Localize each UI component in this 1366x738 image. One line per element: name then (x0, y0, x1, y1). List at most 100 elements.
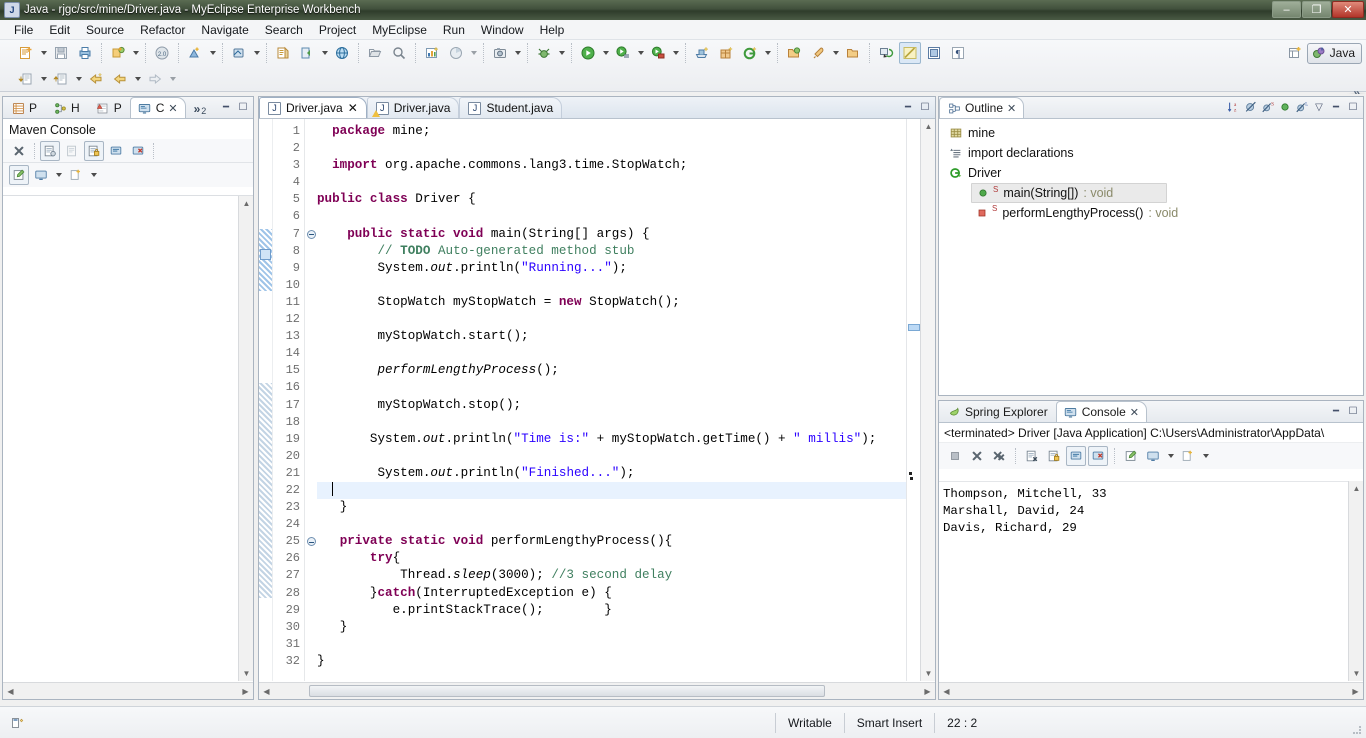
console-tab-close-icon[interactable]: ✕ (1130, 406, 1139, 419)
code-line[interactable]: public static void main(String[] args) { (317, 226, 935, 243)
menu-refactor[interactable]: Refactor (132, 21, 193, 39)
view-menu-button[interactable]: ▽ (1312, 100, 1326, 114)
console-tab-spring-explorer[interactable]: Spring Explorer (939, 401, 1056, 422)
left-tab-0[interactable]: P (3, 97, 45, 118)
chart-button[interactable] (421, 42, 443, 64)
open-console-button[interactable] (1121, 446, 1141, 466)
remove-all-terminated-button[interactable] (989, 446, 1009, 466)
code-line[interactable]: myStopWatch.start(); (317, 328, 935, 345)
new-web-project-button[interactable] (107, 42, 129, 64)
package-button[interactable] (715, 42, 737, 64)
fold-collapse-icon[interactable] (305, 533, 317, 550)
editor-scroll-right-arrow[interactable]: ▶ (920, 684, 935, 699)
outline-minimize-button[interactable]: ━ (1329, 100, 1343, 114)
editor-hscrollbar[interactable]: ◀ ▶ (259, 682, 935, 699)
browser-button[interactable] (331, 42, 353, 64)
tab-outline[interactable]: Outline ✕ (939, 97, 1024, 118)
import-dropdown-arrow[interactable] (38, 68, 49, 90)
menu-myeclipse[interactable]: MyEclipse (364, 21, 435, 39)
editor-hscroll-thumb[interactable] (309, 685, 825, 697)
new-perspective-button[interactable] (1284, 42, 1306, 64)
external-tools-dropdown-arrow[interactable] (670, 42, 681, 64)
maven-console-hscrollbar[interactable]: ◀ ▶ (3, 682, 253, 699)
left-tab-3[interactable]: C✕ (130, 97, 186, 118)
scroll-down-arrow[interactable]: ▼ (239, 666, 254, 681)
camera-dropdown-arrow[interactable] (512, 42, 523, 64)
run-button[interactable] (577, 42, 599, 64)
next-dropdown-arrow[interactable] (167, 68, 178, 90)
code-line[interactable]: }catch(InterruptedException e) { (317, 585, 935, 602)
new-wizard-dropdown-arrow[interactable] (38, 42, 49, 64)
code-line[interactable]: public class Driver { (317, 191, 935, 208)
editor-maximize-button[interactable]: ☐ (918, 100, 932, 114)
code-line[interactable] (317, 516, 935, 533)
code-line[interactable] (317, 448, 935, 465)
left-tab-close-icon[interactable]: ✕ (168, 102, 177, 115)
restore-button[interactable]: ❐ (1302, 1, 1331, 18)
new-wizard-button[interactable] (15, 42, 37, 64)
scroll-left-arrow[interactable]: ◀ (3, 684, 18, 699)
menu-source[interactable]: Source (78, 21, 132, 39)
open-console-button[interactable] (9, 165, 29, 185)
save-button[interactable] (50, 42, 72, 64)
outline-item-performlengthyprocess[interactable]: SperformLengthyProcess() : void (971, 203, 1363, 223)
minimize-button[interactable]: – (1272, 1, 1301, 18)
new-console-dropdown-arrow[interactable] (1200, 447, 1211, 465)
hide-static-button[interactable]: S (1261, 100, 1275, 114)
console-scroll-up-arrow[interactable]: ▲ (1349, 481, 1364, 496)
outline-item-driver[interactable]: Driver (945, 163, 1363, 183)
menu-file[interactable]: File (6, 21, 41, 39)
clear-console-button[interactable] (1022, 446, 1042, 466)
code-line[interactable] (317, 636, 935, 653)
open-folder2-button[interactable] (842, 42, 864, 64)
left-panel-overflow-chevron[interactable]: » (194, 102, 201, 116)
menu-search[interactable]: Search (257, 21, 311, 39)
left-maximize-button[interactable]: ☐ (236, 100, 250, 114)
export-dropdown-arrow[interactable] (73, 68, 84, 90)
editor-overview-ruler[interactable] (906, 119, 920, 681)
editor-scroll-up-arrow[interactable]: ▲ (921, 119, 936, 134)
editor-code-text[interactable]: package mine; import org.apache.commons.… (317, 119, 935, 681)
code-line[interactable]: Thread.sleep(3000); //3 second delay (317, 567, 935, 584)
editor-scroll-down-arrow[interactable]: ▼ (921, 666, 936, 681)
debug-dropdown-arrow[interactable] (556, 42, 567, 64)
menu-project[interactable]: Project (311, 21, 364, 39)
left-tab-1[interactable]: H (45, 97, 88, 118)
console-scroll-down-arrow[interactable]: ▼ (1349, 666, 1364, 681)
display-dropdown-arrow[interactable] (53, 166, 64, 184)
editor-minimize-button[interactable]: ━ (901, 100, 915, 114)
debug-button[interactable] (533, 42, 555, 64)
editor-tab-0[interactable]: JDriver.java✕ (259, 97, 367, 118)
code-line[interactable] (317, 311, 935, 328)
code-line[interactable] (317, 277, 935, 294)
outline-tree[interactable]: mineimport declarationsDriverSmain(Strin… (939, 119, 1363, 223)
hide-local-types-button[interactable]: L (1295, 100, 1309, 114)
overview-task-marker[interactable] (909, 472, 912, 475)
code-line[interactable] (317, 140, 935, 157)
link-editor-button[interactable] (875, 42, 897, 64)
console-tab-console[interactable]: Console✕ (1056, 401, 1147, 422)
outline-item-import-declarations[interactable]: import declarations (945, 143, 1363, 163)
console-output-text[interactable]: Thompson, Mitchell, 33Marshall, David, 2… (939, 481, 1348, 681)
open-type-button[interactable] (272, 42, 294, 64)
code-line[interactable]: System.out.println("Finished..."); (317, 465, 935, 482)
editor-tab-close-icon[interactable]: ✕ (348, 101, 358, 115)
new-web-project-dropdown-arrow[interactable] (130, 42, 141, 64)
green-star-button[interactable] (739, 42, 761, 64)
outline-item-main-string[interactable]: Smain(String[]) : void (971, 183, 1167, 203)
resize-grip[interactable] (1350, 723, 1362, 735)
console-minimize-button[interactable]: ━ (1329, 404, 1343, 418)
clear-console-button[interactable] (9, 141, 29, 161)
next-button[interactable] (144, 68, 166, 90)
quick-access-button[interactable] (296, 42, 318, 64)
warning-marker-icon[interactable] (260, 249, 271, 260)
remove-launch-button[interactable] (967, 446, 987, 466)
code-line[interactable]: } (317, 619, 935, 636)
code-line[interactable]: performLengthyProcess(); (317, 362, 935, 379)
ship-icon-button[interactable] (691, 42, 713, 64)
code-line[interactable] (317, 414, 935, 431)
code-line[interactable]: import org.apache.commons.lang3.time.Sto… (317, 157, 935, 174)
scroll-up-arrow[interactable]: ▲ (239, 196, 254, 211)
back-button[interactable] (85, 68, 107, 90)
code-line[interactable] (317, 208, 935, 225)
